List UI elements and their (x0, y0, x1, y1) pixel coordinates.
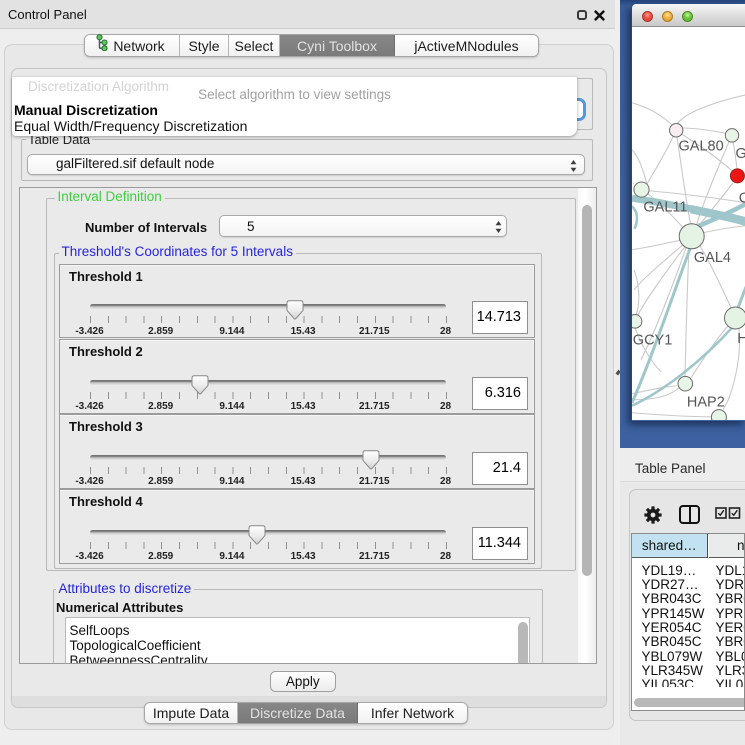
svg-text:CD: CD (739, 190, 745, 206)
svg-text:GAL: GAL (736, 145, 745, 161)
svg-text:GAL4: GAL4 (694, 249, 731, 265)
svg-text:H: H (737, 330, 745, 346)
svg-text:GCY1: GCY1 (633, 332, 673, 348)
svg-text:GAL11: GAL11 (643, 199, 687, 215)
svg-text:GAL80: GAL80 (679, 138, 724, 154)
svg-text:HAP2: HAP2 (687, 394, 725, 410)
